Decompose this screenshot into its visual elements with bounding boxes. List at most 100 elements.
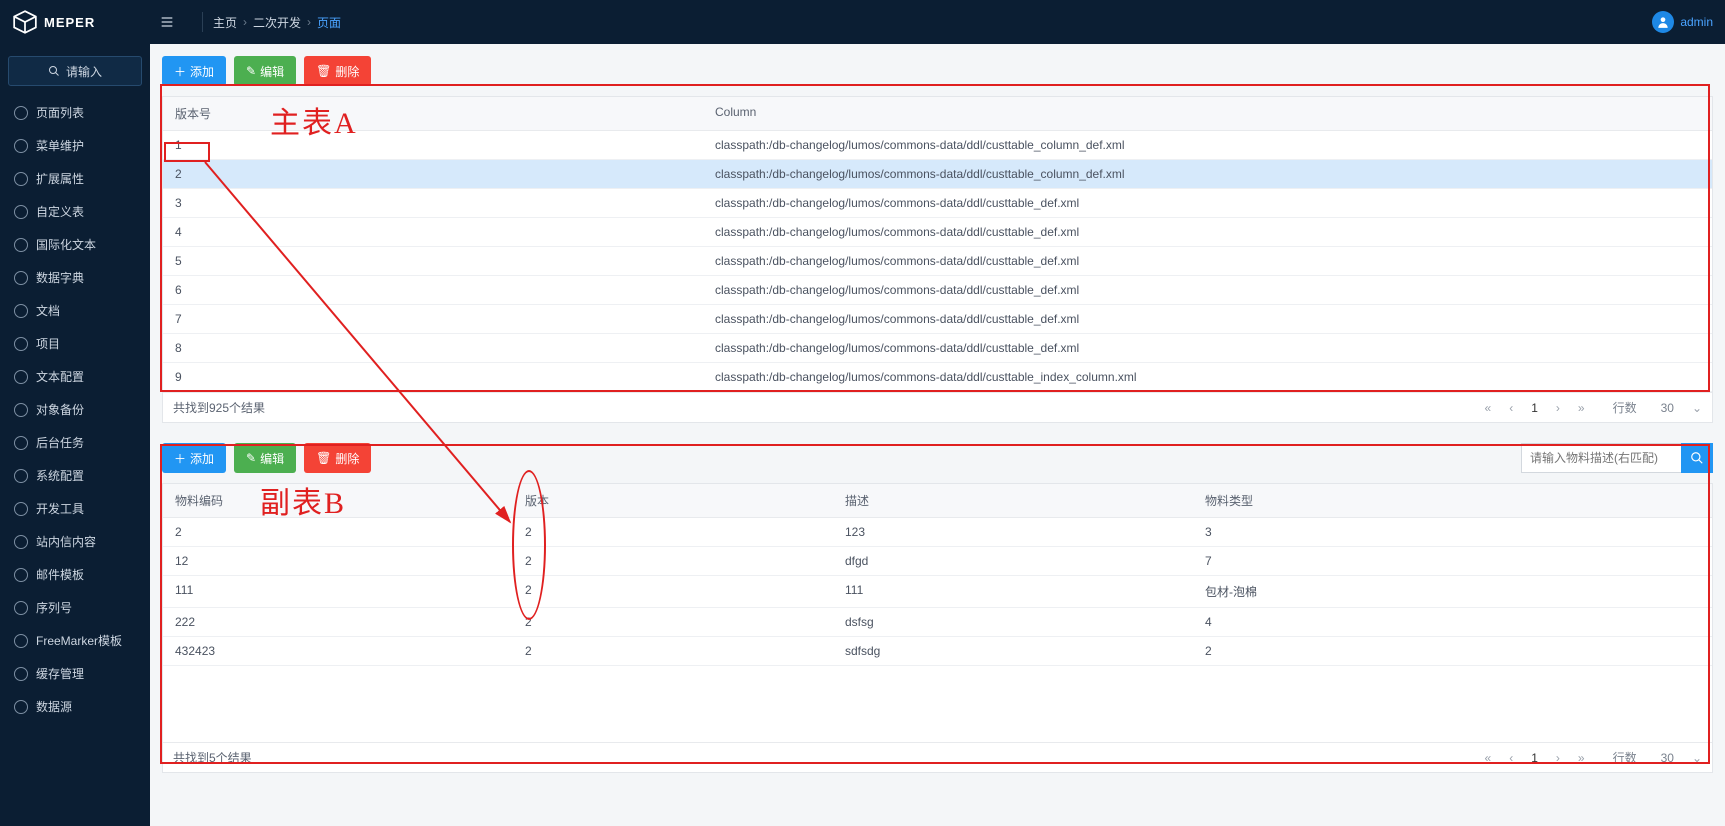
sidebar-item-11[interactable]: 系统配置 xyxy=(0,459,150,492)
sidebar-item-14[interactable]: 邮件模板 xyxy=(0,558,150,591)
sidebar-item-3[interactable]: 自定义表 xyxy=(0,195,150,228)
delete-label: 删除 xyxy=(335,63,359,80)
table-row[interactable]: 6classpath:/db-changelog/lumos/commons-d… xyxy=(163,276,1712,305)
table-row[interactable]: 5classpath:/db-changelog/lumos/commons-d… xyxy=(163,247,1712,276)
circle-icon xyxy=(14,568,28,582)
breadcrumb-sep: › xyxy=(307,15,311,29)
table-row[interactable]: 2classpath:/db-changelog/lumos/commons-d… xyxy=(163,160,1712,189)
circle-icon xyxy=(14,634,28,648)
delete-button-b[interactable]: 🗑删除 xyxy=(304,443,371,473)
pager-first[interactable]: « xyxy=(1485,401,1492,415)
toolbar-b: ＋添加 ✎编辑 🗑删除 xyxy=(162,443,1713,473)
sidebar-item-9[interactable]: 对象备份 xyxy=(0,393,150,426)
rows-value[interactable]: 30 xyxy=(1661,751,1674,765)
user-chip[interactable]: admin xyxy=(1652,11,1713,33)
chevron-down-icon[interactable]: ⌄ xyxy=(1692,401,1702,415)
add-button-b[interactable]: ＋添加 xyxy=(162,443,226,473)
col-version[interactable]: 版本 xyxy=(513,484,833,517)
pager-prev[interactable]: ‹ xyxy=(1509,401,1513,415)
cell-column: classpath:/db-changelog/lumos/commons-da… xyxy=(703,276,1712,304)
add-button-a[interactable]: ＋添加 xyxy=(162,56,226,86)
sidebar-item-18[interactable]: 数据源 xyxy=(0,690,150,723)
pager-prev[interactable]: ‹ xyxy=(1509,751,1513,765)
cell-version: 4 xyxy=(163,218,703,246)
table-row[interactable]: 2222dsfsg4 xyxy=(163,608,1712,637)
table-row[interactable]: 8classpath:/db-changelog/lumos/commons-d… xyxy=(163,334,1712,363)
sidebar-item-17[interactable]: 缓存管理 xyxy=(0,657,150,690)
rows-value[interactable]: 30 xyxy=(1661,401,1674,415)
table-a-total: 共找到925个结果 xyxy=(173,399,265,416)
sidebar-item-10[interactable]: 后台任务 xyxy=(0,426,150,459)
sidebar-item-15[interactable]: 序列号 xyxy=(0,591,150,624)
circle-icon xyxy=(14,238,28,252)
table-row[interactable]: 9classpath:/db-changelog/lumos/commons-d… xyxy=(163,363,1712,392)
table-row[interactable]: 3classpath:/db-changelog/lumos/commons-d… xyxy=(163,189,1712,218)
table-row[interactable]: 1112111包材-泡棉 xyxy=(163,576,1712,608)
sidebar-item-2[interactable]: 扩展属性 xyxy=(0,162,150,195)
pager-first[interactable]: « xyxy=(1485,751,1492,765)
col-type[interactable]: 物料类型 xyxy=(1193,484,1712,517)
edit-button-b[interactable]: ✎编辑 xyxy=(234,443,296,473)
filter-input[interactable] xyxy=(1521,443,1681,473)
breadcrumb-group[interactable]: 二次开发 xyxy=(253,14,301,31)
col-version[interactable]: 版本号 xyxy=(163,97,703,130)
pencil-icon: ✎ xyxy=(246,64,256,78)
pager-last[interactable]: » xyxy=(1578,751,1585,765)
pager-next[interactable]: › xyxy=(1556,401,1560,415)
pager-next[interactable]: › xyxy=(1556,751,1560,765)
edit-label: 编辑 xyxy=(260,450,284,467)
add-label: 添加 xyxy=(190,450,214,467)
plus-icon: ＋ xyxy=(174,63,186,80)
cell-type: 7 xyxy=(1193,547,1712,575)
breadcrumb-sep: › xyxy=(243,15,247,29)
chevron-down-icon[interactable]: ⌄ xyxy=(1692,751,1702,765)
table-row[interactable]: 4classpath:/db-changelog/lumos/commons-d… xyxy=(163,218,1712,247)
sidebar-item-label: 页面列表 xyxy=(36,104,84,121)
plus-icon: ＋ xyxy=(174,450,186,467)
circle-icon xyxy=(14,667,28,681)
sidebar-search[interactable]: 请输入 xyxy=(8,56,142,86)
sidebar-item-8[interactable]: 文本配置 xyxy=(0,360,150,393)
sidebar-item-label: 国际化文本 xyxy=(36,236,96,253)
sidebar-item-label: 缓存管理 xyxy=(36,665,84,682)
sidebar-item-4[interactable]: 国际化文本 xyxy=(0,228,150,261)
cell-type: 2 xyxy=(1193,637,1712,665)
logo-icon xyxy=(12,9,38,35)
col-code[interactable]: 物料编码 xyxy=(163,484,513,517)
col-column[interactable]: Column xyxy=(703,97,1712,130)
divider xyxy=(202,12,203,32)
sidebar-item-5[interactable]: 数据字典 xyxy=(0,261,150,294)
delete-button-a[interactable]: 🗑删除 xyxy=(304,56,371,86)
sidebar-item-16[interactable]: FreeMarker模板 xyxy=(0,624,150,657)
table-row[interactable]: 122dfgd7 xyxy=(163,547,1712,576)
sidebar-item-6[interactable]: 文档 xyxy=(0,294,150,327)
menu-toggle[interactable] xyxy=(152,7,182,37)
circle-icon xyxy=(14,172,28,186)
sidebar-item-label: 项目 xyxy=(36,335,60,352)
cell-version: 7 xyxy=(163,305,703,333)
breadcrumb-home[interactable]: 主页 xyxy=(213,14,237,31)
table-row[interactable]: 1classpath:/db-changelog/lumos/commons-d… xyxy=(163,131,1712,160)
cell-version: 9 xyxy=(163,363,703,391)
pager-last[interactable]: » xyxy=(1578,401,1585,415)
sidebar-item-0[interactable]: 页面列表 xyxy=(0,96,150,129)
table-row[interactable]: 7classpath:/db-changelog/lumos/commons-d… xyxy=(163,305,1712,334)
sidebar-item-1[interactable]: 菜单维护 xyxy=(0,129,150,162)
cell-type: 4 xyxy=(1193,608,1712,636)
sidebar-item-12[interactable]: 开发工具 xyxy=(0,492,150,525)
sidebar-item-label: 站内信内容 xyxy=(36,533,96,550)
sidebar: 请输入 页面列表菜单维护扩展属性自定义表国际化文本数据字典文档项目文本配置对象备… xyxy=(0,44,150,826)
col-desc[interactable]: 描述 xyxy=(833,484,1193,517)
table-row[interactable]: 221233 xyxy=(163,518,1712,547)
cell-code: 432423 xyxy=(163,637,513,665)
cell-column: classpath:/db-changelog/lumos/commons-da… xyxy=(703,218,1712,246)
table-row[interactable]: 4324232sdfsdg2 xyxy=(163,637,1712,666)
search-icon xyxy=(1690,451,1704,465)
sidebar-item-7[interactable]: 项目 xyxy=(0,327,150,360)
filter-go-button[interactable] xyxy=(1681,443,1713,473)
circle-icon xyxy=(14,601,28,615)
edit-button-a[interactable]: ✎编辑 xyxy=(234,56,296,86)
pager-a: « ‹ 1 › » 行数 30 ⌄ xyxy=(1485,399,1703,416)
cell-desc: sdfsdg xyxy=(833,637,1193,665)
sidebar-item-13[interactable]: 站内信内容 xyxy=(0,525,150,558)
